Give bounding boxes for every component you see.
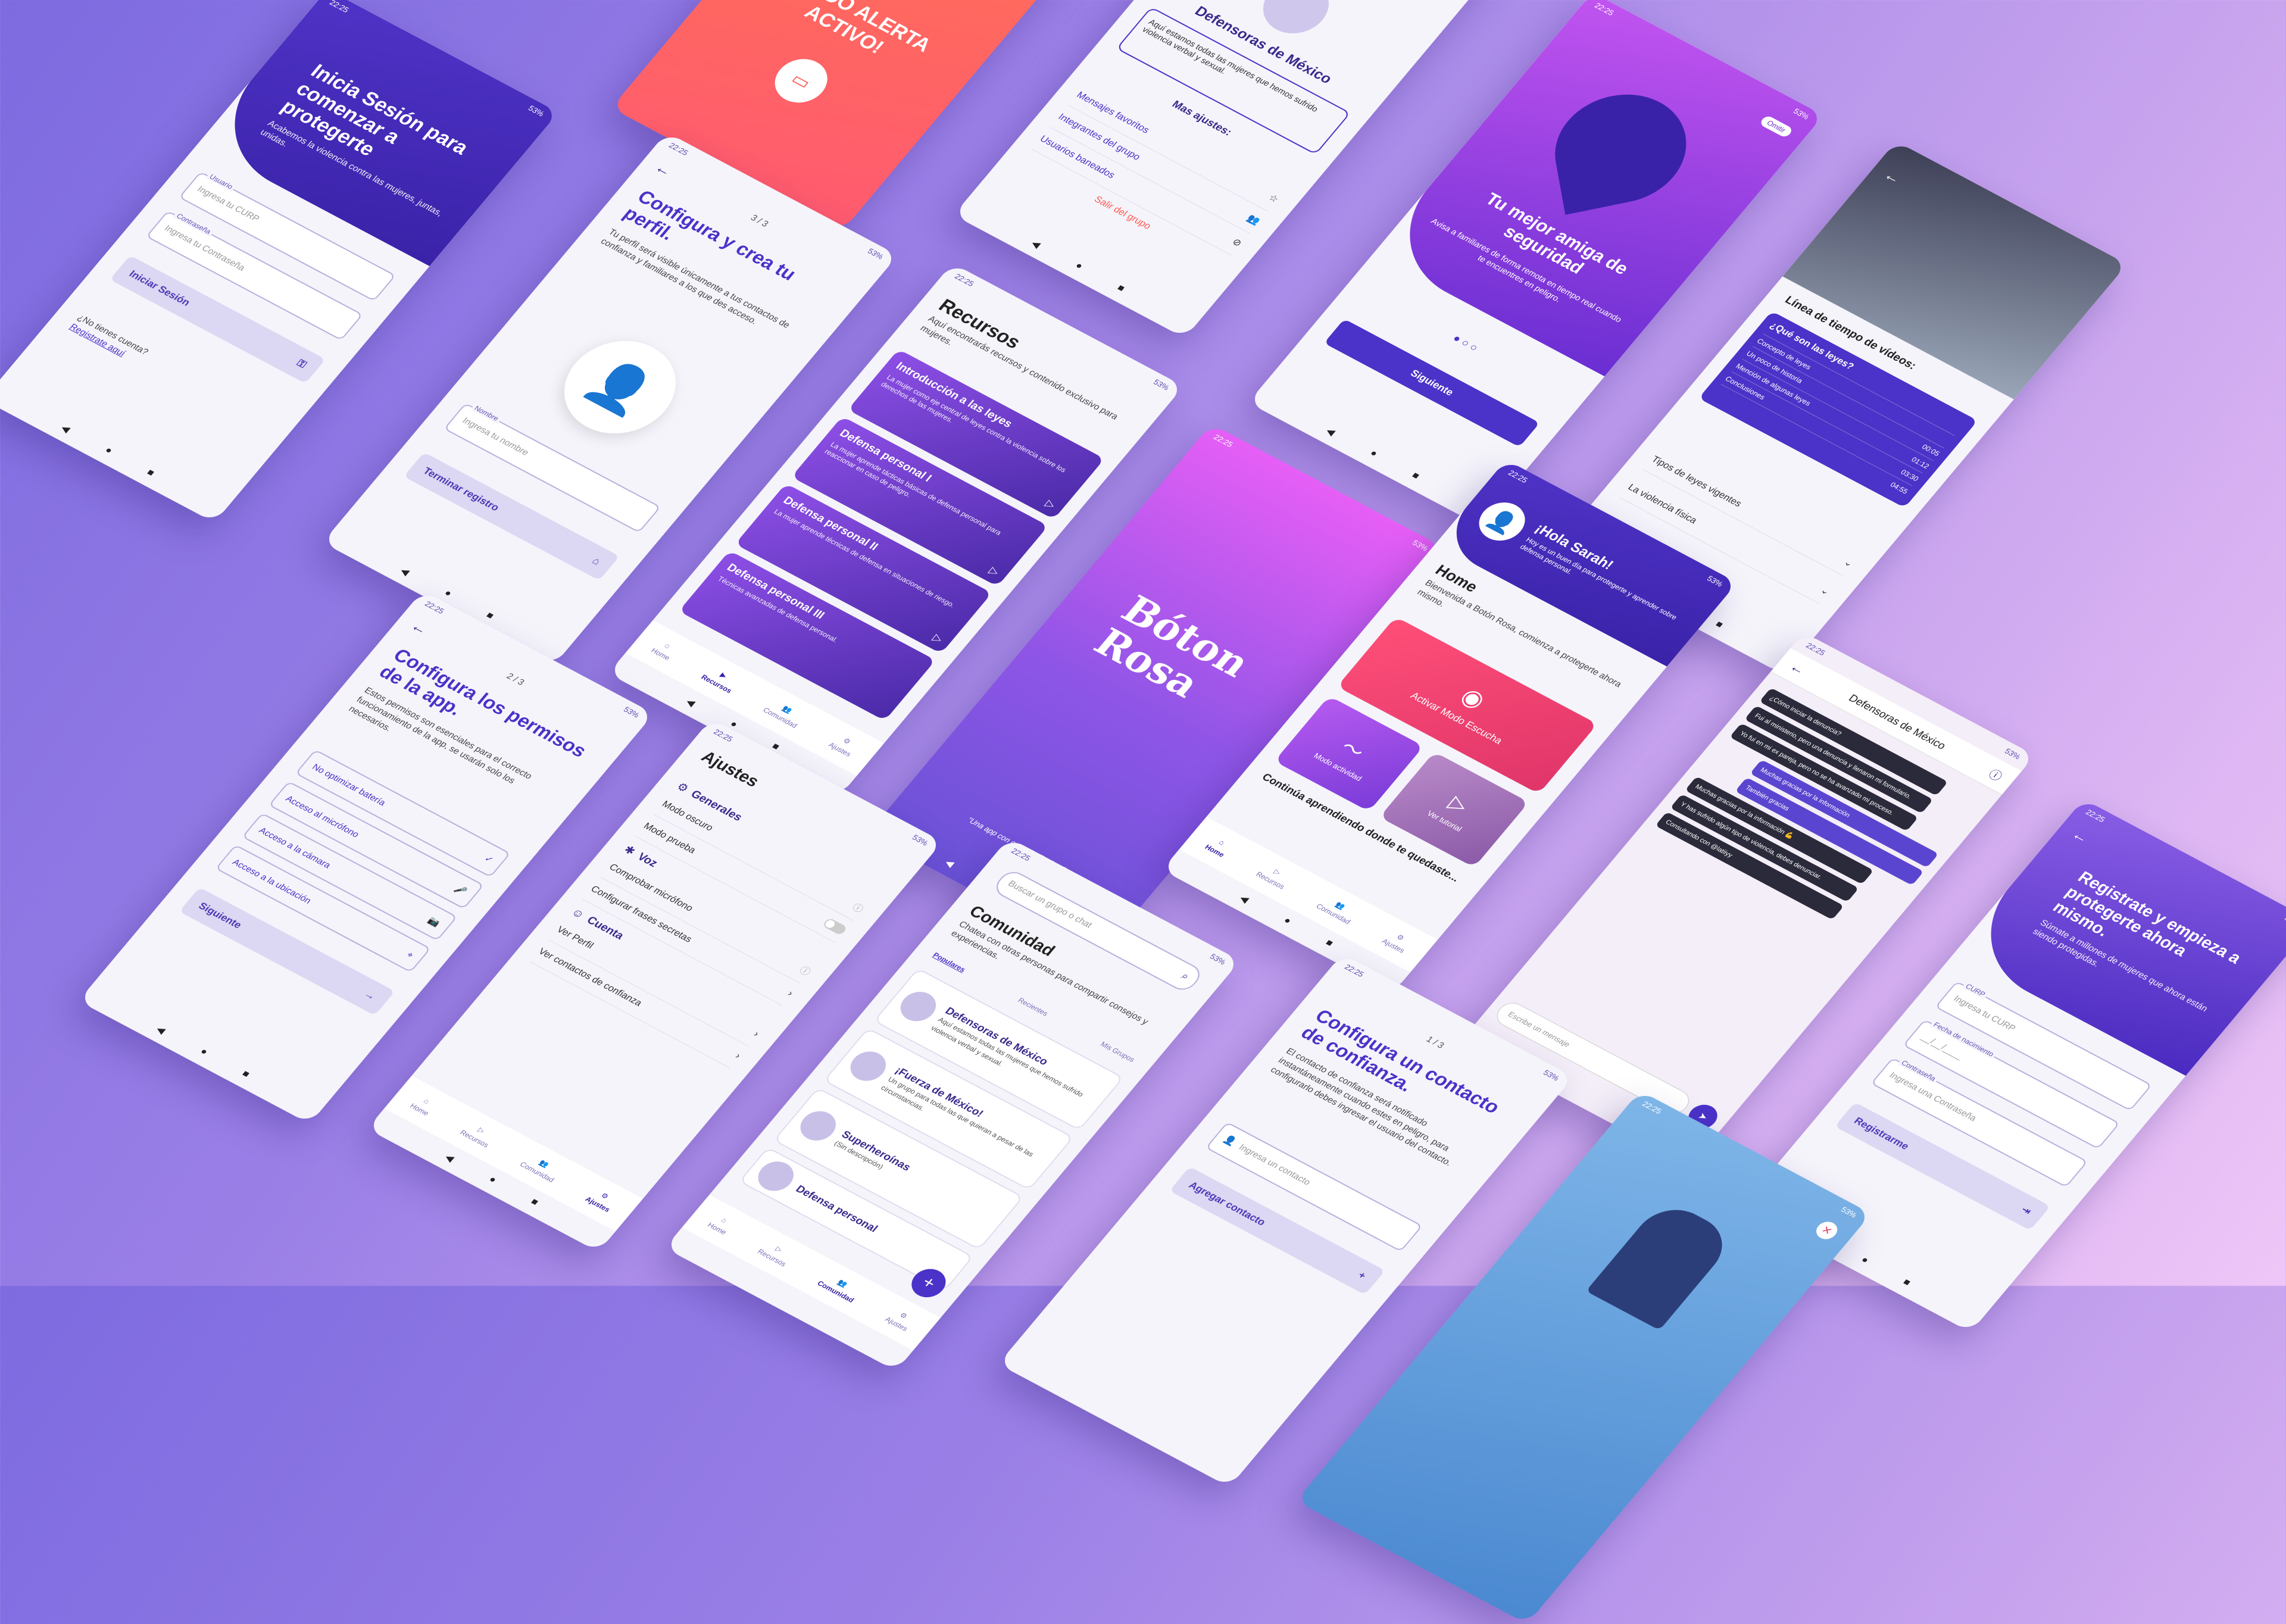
test-mode-toggle[interactable] <box>822 917 848 936</box>
user-avatar-icon: 👤 <box>1482 505 1522 538</box>
chevron-down-icon: ⌄ <box>1841 557 1856 569</box>
microphone-icon: 🎤 <box>452 883 469 897</box>
gear-icon: ⚙ <box>841 736 852 746</box>
close-icon: ✕ <box>1819 1223 1835 1237</box>
play-icon: ▷ <box>1444 791 1473 817</box>
alert-title: ¡MODO ALERTA ACTIVO! <box>783 0 936 58</box>
chevron-down-icon: ⌄ <box>1818 585 1832 597</box>
recents-icon[interactable]: ■ <box>143 467 157 479</box>
nav-community[interactable]: 👥 Comunidad <box>518 1152 563 1184</box>
group-avatar <box>793 1105 843 1147</box>
nav-resources[interactable]: ▶ Recursos <box>699 664 741 695</box>
user-avatar-icon: 👤 <box>576 352 664 422</box>
nav-settings[interactable]: ⚙ Ajustes <box>583 1186 619 1214</box>
play-icon: ▶ <box>718 671 729 680</box>
nav-community[interactable]: 👥 Comunidad <box>761 698 806 730</box>
star-icon: ☆ <box>1266 192 1281 205</box>
play-icon: ▷ <box>986 564 1002 578</box>
home-icon: ⌂ <box>1217 838 1227 847</box>
home-icon: ⌂ <box>421 1097 432 1105</box>
check-icon: ✓ <box>482 854 496 866</box>
gear-icon: ⚙ <box>674 780 691 795</box>
info-icon[interactable]: ⓘ <box>1985 765 2007 784</box>
gear-icon: ⚙ <box>599 1191 611 1201</box>
users-icon: 👥 <box>1334 900 1347 911</box>
chevron-right-icon: › <box>785 989 795 998</box>
close-button[interactable]: ✕ <box>1812 1218 1842 1242</box>
users-icon: 👥 <box>1245 213 1263 227</box>
play-icon: ▷ <box>930 632 946 645</box>
activity-icon: 〜 <box>1335 736 1369 764</box>
nav-resources[interactable]: ▷ Recursos <box>1254 861 1294 891</box>
system-nav: ◀ ● ■ <box>0 385 227 517</box>
screen-icon: ▭ <box>787 69 816 93</box>
users-icon: 👥 <box>836 1278 850 1289</box>
next-button[interactable]: Siguiente <box>1323 318 1540 448</box>
play-icon: ▷ <box>476 1126 487 1135</box>
nav-home[interactable]: ⌂ Home <box>706 1213 735 1236</box>
play-icon: ▷ <box>773 1245 785 1254</box>
users-icon: 👥 <box>537 1158 551 1169</box>
gear-icon: ⚙ <box>1394 932 1406 942</box>
camera-icon: 📷 <box>426 915 442 929</box>
nav-settings[interactable]: ⚙ Ajustes <box>1381 929 1414 955</box>
plus-icon: + <box>1356 1269 1369 1282</box>
play-icon: ▷ <box>1272 867 1283 877</box>
search-icon: ⌕ <box>1179 970 1192 982</box>
voice-icon: ✱ <box>621 844 638 858</box>
group-avatar <box>751 1156 801 1197</box>
nav-home[interactable]: ⌂ Home <box>408 1094 438 1117</box>
plus-icon: + <box>917 1272 940 1293</box>
nav-home[interactable]: ⌂ Home <box>649 638 679 662</box>
home-circle-icon[interactable]: ● <box>102 445 115 457</box>
profile-photo-picker[interactable]: 👤 <box>542 323 698 451</box>
location-pin-icon: ⌖ <box>404 950 416 960</box>
user-icon: 👤 <box>1220 1134 1238 1148</box>
group-avatar <box>843 1046 893 1086</box>
ban-icon: ⊘ <box>1230 236 1244 249</box>
alert-bell-icon: ◉ <box>1455 683 1491 714</box>
key-icon: ⚿ <box>294 357 309 370</box>
user-icon: ☺ <box>569 905 588 922</box>
home-icon: ⌂ <box>663 641 673 650</box>
nav-community[interactable]: 👥 Comunidad <box>816 1271 863 1304</box>
play-icon: ▷ <box>1043 497 1058 511</box>
info-icon: ⓘ <box>850 902 866 915</box>
chevron-right-icon: › <box>733 1051 743 1061</box>
gear-icon: ⚙ <box>898 1310 910 1320</box>
back-icon[interactable]: ◀ <box>58 422 73 435</box>
nav-resources[interactable]: ▷ Recursos <box>458 1120 498 1149</box>
back-arrow-icon[interactable]: ← <box>1786 659 1809 679</box>
nav-resources[interactable]: ▷ Recursos <box>756 1239 795 1268</box>
person-illustration <box>1585 1198 1738 1331</box>
mockup-stage: Inicia Sesión para comenzar a protegerte… <box>0 0 2286 1624</box>
home-icon: ⌂ <box>589 555 603 567</box>
nav-settings[interactable]: ⚙ Ajustes <box>883 1307 917 1333</box>
info-icon: ⓘ <box>797 965 813 978</box>
nav-home[interactable]: ⌂ Home <box>1203 835 1233 859</box>
brand-logo: Bóton Rosa <box>1085 587 1260 707</box>
chevron-right-icon: › <box>751 1029 761 1039</box>
arrow-right-icon: → <box>361 988 379 1002</box>
group-avatar <box>893 986 944 1027</box>
home-icon: ⌂ <box>719 1216 729 1225</box>
users-icon: 👥 <box>780 704 794 715</box>
bottom-nav: ⌂ Home ▷ Recursos 👥 Comunidad ⚙ Ajustes <box>384 1076 644 1232</box>
nav-community[interactable]: 👥 Comunidad <box>1314 894 1359 926</box>
stop-alert-button[interactable]: ▭ <box>764 51 838 111</box>
login-arrow-icon: ⇥ <box>2019 1204 2034 1217</box>
nav-settings[interactable]: ⚙ Ajustes <box>827 732 860 758</box>
tab-recent[interactable]: Recientes <box>1016 996 1050 1017</box>
